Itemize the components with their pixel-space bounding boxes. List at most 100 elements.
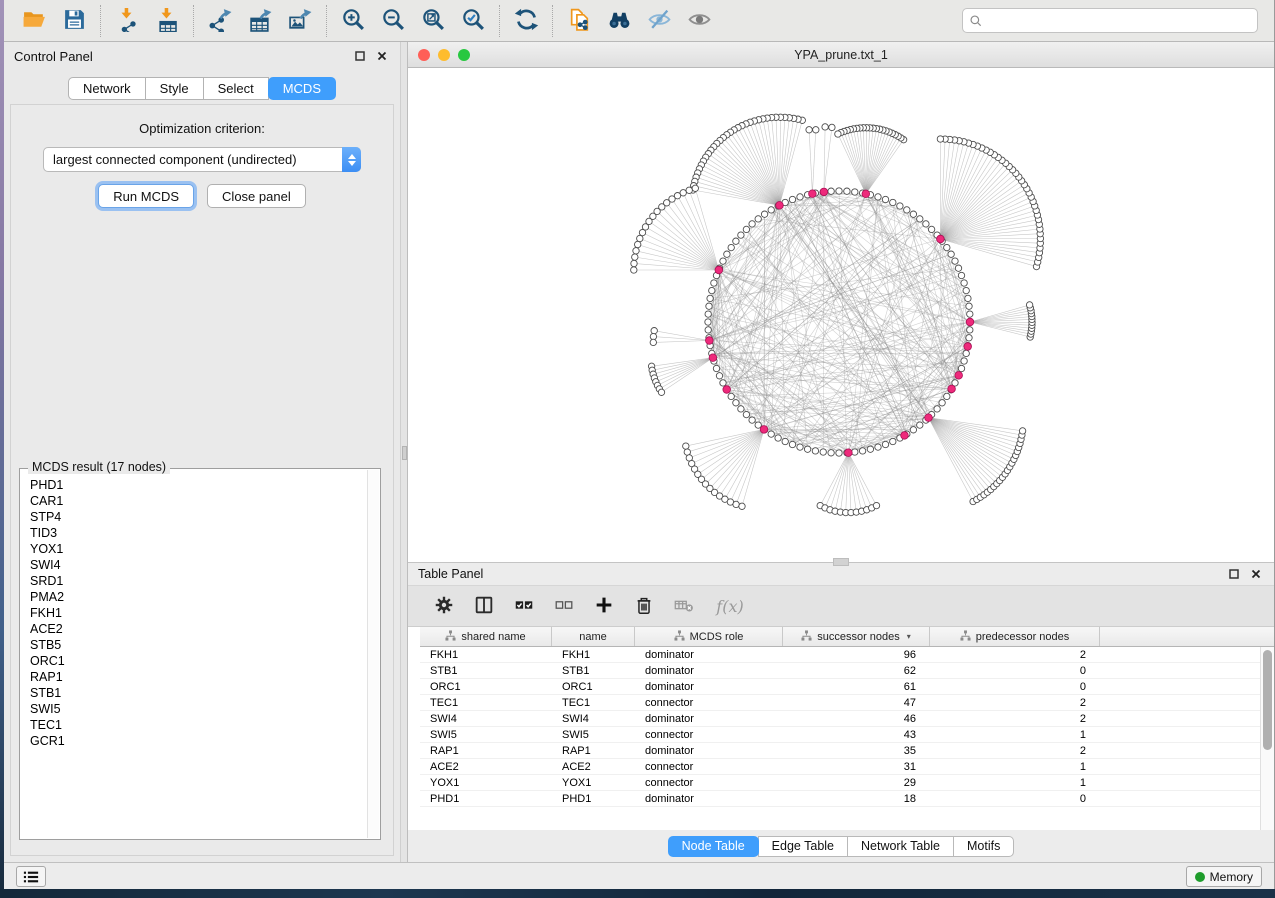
refresh-layout-button[interactable] <box>506 4 546 38</box>
task-history-button[interactable] <box>16 866 46 887</box>
horizontal-splitter-handle[interactable] <box>833 558 849 566</box>
close-panel-button[interactable]: Close panel <box>207 184 306 208</box>
zoom-in-icon <box>341 7 366 35</box>
column-settings-button[interactable] <box>428 590 460 622</box>
close-table-panel-icon[interactable] <box>1248 566 1264 582</box>
zoom-out-button[interactable] <box>373 4 413 38</box>
show-graphics-details-button[interactable] <box>679 4 719 38</box>
unselect-all-button[interactable] <box>548 590 580 622</box>
column-header-filler <box>1100 627 1274 646</box>
close-panel-icon[interactable] <box>374 48 390 64</box>
table-row[interactable]: ORC1ORC1dominator610 <box>420 679 1274 695</box>
mcds-result-node[interactable]: PHD1 <box>22 477 367 493</box>
export-image-icon <box>288 7 313 35</box>
vertical-splitter-handle[interactable] <box>402 446 407 460</box>
search-input[interactable] <box>987 11 1251 31</box>
float-table-panel-icon[interactable] <box>1226 566 1242 582</box>
mcds-result-node[interactable]: GCR1 <box>22 733 367 749</box>
export-network-icon <box>208 7 233 35</box>
mcds-result-node[interactable]: ACE2 <box>22 621 367 637</box>
memory-button[interactable]: Memory <box>1186 866 1262 887</box>
column-header-MCDS-role[interactable]: MCDS role <box>635 627 783 646</box>
control-panel-header: Control Panel <box>4 42 400 70</box>
delete-row-button[interactable] <box>628 590 660 622</box>
mcds-result-group: MCDS result (17 nodes) PHD1CAR1STP4TID3Y… <box>19 468 381 840</box>
table-row[interactable]: YOX1YOX1connector291 <box>420 775 1274 791</box>
table-scrollbar[interactable] <box>1260 647 1274 830</box>
mcds-result-node[interactable]: PMA2 <box>22 589 367 605</box>
zoom-in-button[interactable] <box>333 4 373 38</box>
cell-shared-name: RAP1 <box>420 745 552 757</box>
column-header-successor-nodes[interactable]: successor nodes▾ <box>783 627 930 646</box>
split-panel-button[interactable] <box>468 590 500 622</box>
mcds-result-node[interactable]: SWI4 <box>22 557 367 573</box>
hide-graphics-details-button[interactable] <box>639 4 679 38</box>
mcds-result-node[interactable]: ORC1 <box>22 653 367 669</box>
network-graph[interactable] <box>408 68 1275 562</box>
mcds-result-node[interactable]: SRD1 <box>22 573 367 589</box>
table-row[interactable]: SWI4SWI4dominator462 <box>420 711 1274 727</box>
table-row[interactable]: SWI5SWI5connector431 <box>420 727 1274 743</box>
mcds-result-node[interactable]: CAR1 <box>22 493 367 509</box>
select-value: largest connected component (undirected) <box>44 152 342 167</box>
close-window-icon[interactable] <box>418 49 430 61</box>
table-tab-network-table[interactable]: Network Table <box>847 836 954 857</box>
export-table-button[interactable] <box>240 4 280 38</box>
mcds-result-node[interactable]: TEC1 <box>22 717 367 733</box>
refresh-layout-icon <box>514 7 539 35</box>
mcds-result-node[interactable]: SWI5 <box>22 701 367 717</box>
table-tab-motifs[interactable]: Motifs <box>953 836 1014 857</box>
table-row[interactable]: PHD1PHD1dominator180 <box>420 791 1274 807</box>
tab-select[interactable]: Select <box>203 77 269 100</box>
import-network-button[interactable] <box>107 4 147 38</box>
zoom-selected-button[interactable] <box>453 4 493 38</box>
zoom-fit-button[interactable] <box>413 4 453 38</box>
column-header-name[interactable]: name <box>552 627 635 646</box>
split-panel-icon <box>473 594 495 619</box>
run-mcds-button[interactable]: Run MCDS <box>98 184 194 208</box>
cell-name: FKH1 <box>552 649 635 661</box>
main-toolbar <box>4 0 1274 42</box>
cell-MCDS-role: dominator <box>635 681 783 693</box>
find-button[interactable] <box>599 4 639 38</box>
cell-predecessor-nodes: 1 <box>930 761 1100 773</box>
open-session-icon <box>22 7 47 35</box>
search-box[interactable] <box>962 8 1258 33</box>
minimize-window-icon[interactable] <box>438 49 450 61</box>
table-row[interactable]: FKH1FKH1dominator962 <box>420 647 1274 663</box>
select-all-button[interactable] <box>508 590 540 622</box>
table-row[interactable]: TEC1TEC1connector472 <box>420 695 1274 711</box>
column-header-predecessor-nodes[interactable]: predecessor nodes <box>930 627 1100 646</box>
tab-mcds[interactable]: MCDS <box>268 77 336 100</box>
optimization-criterion-select[interactable]: largest connected component (undirected) <box>43 147 361 172</box>
maximize-window-icon[interactable] <box>458 49 470 61</box>
save-session-button[interactable] <box>54 4 94 38</box>
cell-shared-name: ORC1 <box>420 681 552 693</box>
mcds-result-node[interactable]: YOX1 <box>22 541 367 557</box>
table-row[interactable]: ACE2ACE2connector311 <box>420 759 1274 775</box>
add-row-button[interactable] <box>588 590 620 622</box>
network-from-selection-button[interactable] <box>559 4 599 38</box>
open-session-button[interactable] <box>14 4 54 38</box>
mcds-result-scrollbar[interactable] <box>367 470 379 838</box>
export-image-button[interactable] <box>280 4 320 38</box>
network-canvas[interactable] <box>408 68 1274 562</box>
mcds-result-node[interactable]: STP4 <box>22 509 367 525</box>
mcds-result-node[interactable]: RAP1 <box>22 669 367 685</box>
vertical-splitter[interactable] <box>400 42 408 862</box>
mcds-result-node[interactable]: STB5 <box>22 637 367 653</box>
table-tab-node-table[interactable]: Node Table <box>668 836 759 857</box>
table-row[interactable]: STB1STB1dominator620 <box>420 663 1274 679</box>
import-table-button[interactable] <box>147 4 187 38</box>
column-header-shared-name[interactable]: shared name <box>420 627 552 646</box>
mcds-result-node[interactable]: FKH1 <box>22 605 367 621</box>
mcds-result-node[interactable]: TID3 <box>22 525 367 541</box>
table-scrollbar-thumb[interactable] <box>1263 650 1272 750</box>
export-network-button[interactable] <box>200 4 240 38</box>
float-panel-icon[interactable] <box>352 48 368 64</box>
mcds-result-node[interactable]: STB1 <box>22 685 367 701</box>
table-row[interactable]: RAP1RAP1dominator352 <box>420 743 1274 759</box>
tab-style[interactable]: Style <box>145 77 204 100</box>
table-tab-edge-table[interactable]: Edge Table <box>758 836 848 857</box>
tab-network[interactable]: Network <box>68 77 146 100</box>
